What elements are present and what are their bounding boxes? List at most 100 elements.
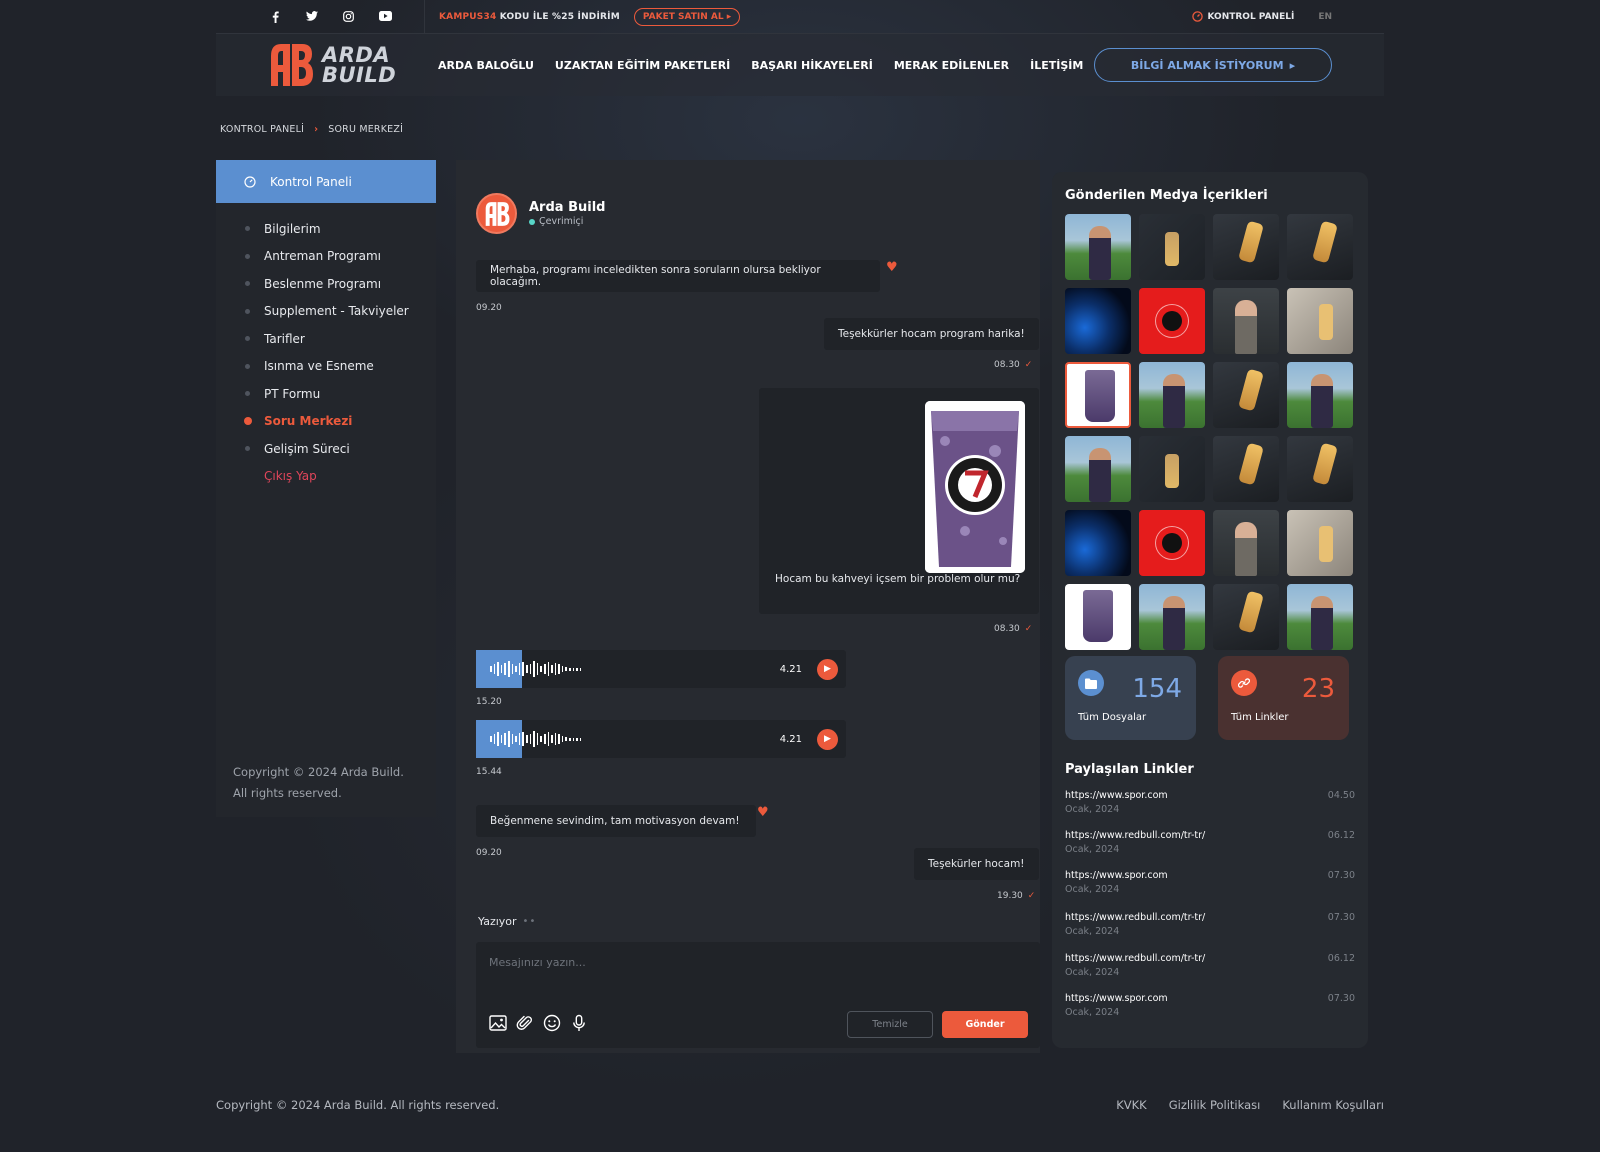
waveform-bar (565, 737, 568, 741)
composer-tools (489, 1014, 588, 1032)
image-icon[interactable] (489, 1014, 507, 1032)
play-icon[interactable]: ▶ (817, 728, 838, 750)
sidebar-item-label: Antreman Programı (264, 249, 381, 264)
sidebar-item-progress[interactable]: Gelişim Süreci (245, 435, 436, 463)
heart-icon[interactable]: ♥ (757, 805, 769, 820)
message-input[interactable] (489, 956, 969, 969)
media-thumbnail[interactable] (1287, 362, 1353, 428)
instagram-icon[interactable] (330, 10, 367, 23)
waveform-bar (515, 666, 517, 672)
nav-item-packages[interactable]: UZAKTAN EĞİTİM PAKETLERİ (555, 59, 730, 72)
media-thumbnail[interactable] (1287, 214, 1353, 280)
shared-link-item[interactable]: https://www.spor.com Ocak, 2024 07.30 (1065, 993, 1355, 1033)
nav-item-contact[interactable]: İLETİŞİM (1030, 59, 1083, 72)
bullet-icon (245, 336, 250, 342)
media-thumbnail[interactable] (1287, 436, 1353, 502)
message-time: 08.30 ✓ (994, 624, 1032, 634)
sidebar-item-label: Gelişim Süreci (264, 441, 350, 456)
media-thumbnail[interactable] (1139, 214, 1205, 280)
sidebar-item-warmup[interactable]: Isınma ve Esneme (245, 353, 436, 381)
all-links-card[interactable]: 23 Tüm Linkler (1218, 656, 1349, 740)
nav-item-success-stories[interactable]: BAŞARI HİKAYELERİ (751, 59, 873, 72)
shared-link-item[interactable]: https://www.spor.com Ocak, 2024 04.50 (1065, 790, 1355, 830)
chevron-right-icon: › (314, 124, 319, 135)
shared-link-item[interactable]: https://www.redbull.com/tr-tr/Ocak, 2024… (1065, 830, 1355, 870)
media-thumbnail[interactable] (1065, 510, 1131, 576)
twitter-icon[interactable] (293, 10, 330, 23)
waveform-bar (518, 733, 521, 745)
media-thumbnail[interactable] (1139, 436, 1205, 502)
logo[interactable]: ARDA BUILD (268, 42, 438, 88)
all-files-card[interactable]: 154 Tüm Dosyalar (1065, 656, 1196, 740)
nav-item-faq[interactable]: MERAK EDİLENLER (894, 59, 1009, 72)
sidebar-item-question-center[interactable]: Soru Merkezi (244, 408, 436, 436)
media-thumbnail[interactable] (1213, 510, 1279, 576)
media-thumbnail[interactable] (1065, 288, 1131, 354)
sidebar-item-nutrition[interactable]: Beslenme Programı (245, 270, 436, 298)
media-thumbnail[interactable] (1065, 584, 1131, 650)
language-switch[interactable]: EN (1318, 12, 1332, 22)
sidebar-item-control-panel[interactable]: Kontrol Paneli (216, 160, 436, 203)
media-thumbnail[interactable] (1213, 288, 1279, 354)
facebook-icon[interactable] (256, 11, 293, 23)
footer-link-privacy[interactable]: Gizlilik Politikası (1169, 1098, 1261, 1112)
waveform-bar (551, 735, 553, 743)
voice-message[interactable]: 4.21 ▶ (476, 650, 846, 688)
media-thumbnail[interactable] (1139, 362, 1205, 428)
waveform-bar (536, 663, 539, 675)
media-thumbnail[interactable] (1213, 214, 1279, 280)
bullet-icon (245, 446, 250, 452)
shared-link-item[interactable]: https://www.spor.com Ocak, 2024 07.30 (1065, 870, 1355, 910)
attachment-icon[interactable] (516, 1014, 534, 1032)
shared-link-item[interactable]: https://www.redbull.com/tr-tr/Ocak, 2024… (1065, 912, 1355, 952)
voice-message[interactable]: 4.21 ▶ (476, 720, 846, 758)
link-icon (1231, 670, 1257, 696)
sidebar-item-recipes[interactable]: Tarifler (245, 325, 436, 353)
footer-link-terms[interactable]: Kullanım Koşulları (1282, 1098, 1384, 1112)
footer-link-kvkk[interactable]: KVKK (1116, 1098, 1147, 1112)
coffee-cup-illustration (925, 401, 1025, 573)
media-thumbnail[interactable] (1287, 510, 1353, 576)
divider (424, 0, 425, 34)
shared-link-item[interactable]: https://www.redbull.com/tr-tr/Ocak, 2024… (1065, 953, 1355, 993)
send-button[interactable]: Gönder (942, 1011, 1028, 1038)
nav-item-arda-baloglu[interactable]: ARDA BALOĞLU (438, 59, 534, 72)
media-thumbnail[interactable] (1213, 584, 1279, 650)
buy-package-button[interactable]: PAKET SATIN AL ▸ (633, 7, 741, 26)
microphone-icon[interactable] (570, 1014, 588, 1032)
media-thumbnail[interactable] (1065, 214, 1131, 280)
coffee-cup-image[interactable] (925, 401, 1025, 573)
promo-text: KAMPUS34 KODU İLE %25 İNDİRİM (439, 12, 620, 22)
heart-icon[interactable]: ♥ (886, 260, 898, 275)
sidebar-item-profile[interactable]: Bilgilerim (245, 215, 436, 243)
media-thumbnail[interactable] (1287, 288, 1353, 354)
sidebar-item-pt-form[interactable]: PT Formu (245, 380, 436, 408)
request-info-button[interactable]: BİLGİ ALMAK İSTİYORUM ▸ (1094, 48, 1332, 82)
media-thumbnail[interactable] (1287, 584, 1353, 650)
media-thumbnail[interactable] (1065, 436, 1131, 502)
control-panel-link[interactable]: KONTROL PANELİ (1192, 11, 1294, 22)
media-thumbnail[interactable] (1213, 436, 1279, 502)
youtube-icon[interactable] (367, 10, 404, 23)
clear-button[interactable]: Temizle (847, 1011, 933, 1038)
sidebar-item-training[interactable]: Antreman Programı (245, 243, 436, 271)
link-time: 07.30 (1327, 870, 1355, 881)
media-thumbnail-selected[interactable] (1065, 362, 1131, 428)
emoji-icon[interactable] (543, 1014, 561, 1032)
breadcrumb-root[interactable]: KONTROL PANELİ (220, 124, 304, 135)
media-thumbnail[interactable] (1139, 510, 1205, 576)
read-check-icon: ✓ (1024, 624, 1033, 634)
buy-package-label: PAKET SATIN AL (642, 11, 724, 22)
typing-label: Yazıyor (478, 915, 517, 928)
link-time: 07.30 (1327, 993, 1355, 1004)
waveform-bar (565, 667, 568, 671)
media-thumbnail[interactable] (1213, 362, 1279, 428)
play-icon[interactable]: ▶ (817, 658, 838, 680)
online-dot-icon (529, 218, 535, 225)
footer-links: KVKK Gizlilik Politikası Kullanım Koşull… (1116, 1098, 1384, 1112)
media-thumbnail[interactable] (1139, 584, 1205, 650)
sidebar-item-logout[interactable]: Çıkış Yap (245, 463, 436, 491)
top-bar: KAMPUS34 KODU İLE %25 İNDİRİM PAKET SATI… (216, 0, 1384, 34)
media-thumbnail[interactable] (1139, 288, 1205, 354)
sidebar-item-supplements[interactable]: Supplement - Takviyeler (245, 298, 436, 326)
